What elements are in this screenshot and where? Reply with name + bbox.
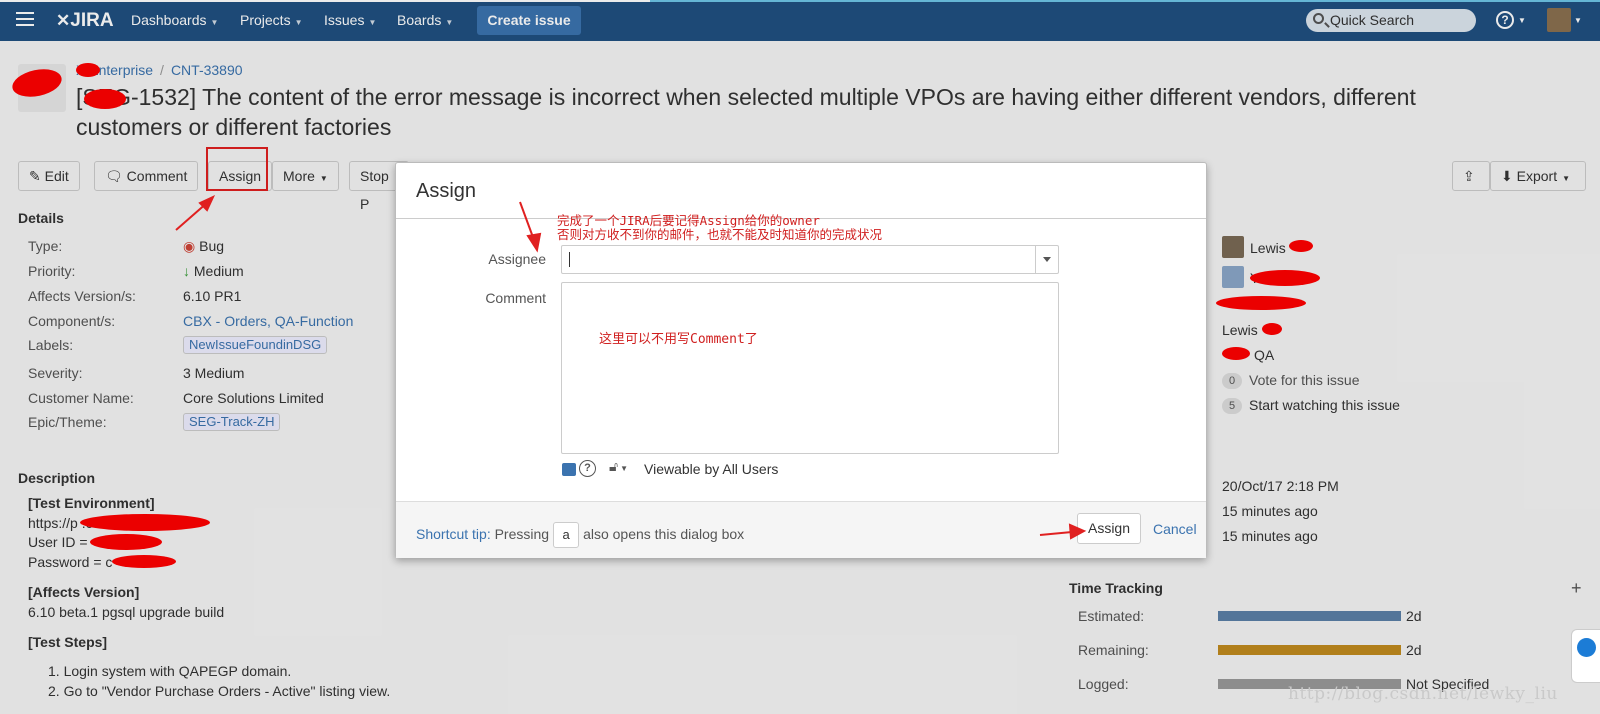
teamviewer-icon [1577, 638, 1596, 657]
watermark: http://blog.csdn.net/lewky_liu [1288, 684, 1558, 704]
arrow-head-assign-button [1068, 523, 1087, 540]
arrow-to-assignee [519, 201, 535, 241]
teamviewer-widget[interactable] [1571, 629, 1600, 683]
arrow-head-assignee [526, 232, 542, 253]
arrow-to-assign-button [1039, 531, 1073, 536]
annotation-arrows [175, 194, 1087, 540]
